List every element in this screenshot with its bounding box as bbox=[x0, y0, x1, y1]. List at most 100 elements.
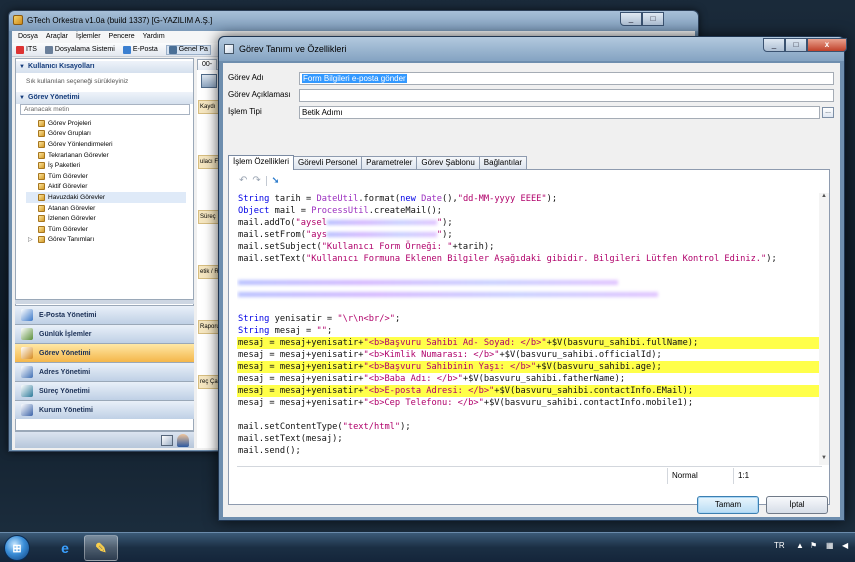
operation-type-field[interactable]: Betik Adımı bbox=[299, 106, 820, 119]
status-spacer bbox=[237, 468, 667, 484]
minimize-icon[interactable]: _ bbox=[763, 38, 785, 52]
undo-icon[interactable]: ↶ bbox=[239, 175, 247, 186]
dialog-tab[interactable]: Görev Şablonu bbox=[416, 156, 480, 169]
operation-properties-panel: ↶ ↷ ➘ String tarih = DateUtil.format(new… bbox=[228, 169, 830, 505]
network-icon[interactable]: ▦ bbox=[826, 541, 834, 550]
email-button[interactable]: E-Posta bbox=[122, 45, 158, 54]
code-line: mesaj = mesaj+yenisatir+"<b>Başvuru Sahi… bbox=[237, 337, 822, 349]
menu-dosya[interactable]: Dosya bbox=[18, 31, 38, 43]
nav-button[interactable]: Kurum Yönetimi bbox=[15, 400, 194, 419]
tree-item[interactable]: Atanan Görevler bbox=[26, 203, 186, 214]
redo-icon[interactable]: ↷ bbox=[252, 175, 260, 186]
tree-item[interactable]: Tüm Görevler bbox=[26, 171, 186, 182]
task-description-label: Görev Açıklaması bbox=[228, 90, 291, 99]
dialog-tab[interactable]: İşlem Özellikleri bbox=[228, 155, 295, 170]
scroll-down-icon[interactable]: ▼ bbox=[819, 455, 829, 463]
cursor-position: 1:1 bbox=[733, 467, 822, 484]
tree-item-label: Görev Yönlendirmeleri bbox=[48, 140, 113, 148]
cancel-button[interactable]: İptal bbox=[766, 496, 828, 514]
windows-taskbar: ⊞ e ✎ TR ▲ ⚑ ▦ ◀ bbox=[0, 532, 855, 562]
expand-icon[interactable]: ▷ bbox=[28, 236, 33, 243]
nav-button-label: E-Posta Yönetimi bbox=[39, 311, 97, 319]
tray-expand-icon[interactable]: ▲ bbox=[796, 541, 804, 550]
tree-item[interactable]: Görev Projeleri bbox=[26, 118, 186, 129]
edit-icon[interactable] bbox=[161, 435, 173, 446]
operation-type-label: İşlem Tipi bbox=[228, 107, 262, 116]
code-line: mesaj = mesaj+yenisatir+"<b>Baba Adı: </… bbox=[238, 374, 626, 384]
dialog-tab[interactable]: Parametreler bbox=[361, 156, 418, 169]
task-icon bbox=[38, 236, 45, 244]
general-button[interactable]: Genel Pa bbox=[165, 44, 211, 55]
tree-item[interactable]: Tüm Görevler bbox=[26, 224, 186, 235]
dialog-titlebar[interactable]: Görev Tanımı ve Özellikleri _ □ x bbox=[219, 37, 847, 61]
user-icon[interactable] bbox=[177, 434, 189, 447]
nav-button-label: Süreç Yönetimi bbox=[39, 387, 90, 395]
orkestra-taskbar-icon[interactable]: ✎ bbox=[84, 535, 118, 561]
maximize-icon[interactable]: □ bbox=[642, 12, 664, 26]
menu-araclar[interactable]: Araçlar bbox=[46, 31, 68, 43]
email-icon bbox=[122, 45, 131, 54]
tree-item[interactable]: Aktif Görevler bbox=[26, 182, 186, 193]
tree-item[interactable]: Görev Yönlendirmeleri bbox=[26, 139, 186, 150]
tree-item[interactable]: Havuzdaki Görevler bbox=[26, 192, 186, 203]
nav-button[interactable]: Günlük İşlemler bbox=[15, 324, 194, 343]
task-tree: Görev Projeleri Görev Grupları Görev Yönle… bbox=[26, 118, 186, 245]
nav-button[interactable]: E-Posta Yönetimi bbox=[15, 305, 194, 324]
nav-button[interactable]: Süreç Yönetimi bbox=[15, 381, 194, 400]
task-name-field[interactable]: Form Bilgileri e-posta gönder bbox=[299, 72, 834, 85]
collapse-icon: ▼ bbox=[19, 95, 25, 101]
module-icon bbox=[21, 404, 33, 416]
run-script-icon[interactable]: ➘ bbox=[272, 175, 280, 186]
tree-search-input[interactable]: Aranacak metin bbox=[20, 104, 190, 115]
dialog-tab[interactable]: Görevli Personel bbox=[293, 156, 363, 169]
document-tab[interactable]: 00- bbox=[197, 59, 218, 70]
save-icon[interactable] bbox=[201, 74, 217, 88]
tree-item-label: Atanan Görevler bbox=[48, 204, 96, 212]
task-management-header[interactable]: ▼ Görev Yönetimi bbox=[16, 92, 193, 104]
its-label: ITS bbox=[26, 46, 37, 53]
tree-item-label: İzlenen Görevler bbox=[48, 215, 96, 223]
menu-yardim[interactable]: Yardım bbox=[143, 31, 165, 43]
volume-icon[interactable]: ◀ bbox=[842, 541, 848, 550]
tree-item[interactable]: Görev Grupları bbox=[26, 129, 186, 140]
nav-splitter[interactable] bbox=[15, 299, 194, 304]
tree-item[interactable]: ▷ Görev Tanımları bbox=[26, 235, 186, 246]
shortcuts-header[interactable]: ▼ Kullanıcı Kısayolları bbox=[16, 61, 193, 73]
internet-explorer-icon[interactable]: e bbox=[48, 535, 82, 561]
browse-button[interactable]: ... bbox=[822, 107, 834, 118]
tree-item[interactable]: İş Paketleri bbox=[26, 160, 186, 171]
its-button[interactable]: ITS bbox=[16, 45, 37, 54]
task-icon bbox=[38, 151, 45, 159]
start-button[interactable]: ⊞ bbox=[4, 535, 30, 561]
main-window-titlebar[interactable]: GTech Orkestra v1.0a (build 1337) [G-YAZ… bbox=[9, 11, 698, 31]
task-description-field[interactable] bbox=[299, 89, 834, 102]
code-line bbox=[237, 289, 822, 301]
dialog-tabs: İşlem Özellikleri Görevli Personel Paramet… bbox=[228, 155, 528, 170]
task-icon bbox=[38, 204, 45, 212]
code-line: String yenisatir = "\r\n<br/>"; bbox=[238, 314, 401, 324]
scroll-up-icon[interactable]: ▲ bbox=[819, 193, 829, 201]
filing-system-button[interactable]: Dosyalama Sistemi bbox=[44, 45, 115, 54]
dialog-tab[interactable]: Bağlantılar bbox=[478, 156, 528, 169]
code-line: mail.setText(mesaj); bbox=[238, 434, 343, 444]
tree-item[interactable]: İzlenen Görevler bbox=[26, 213, 186, 224]
action-center-icon[interactable]: ⚑ bbox=[810, 541, 817, 550]
code-line: mesaj = mesaj+yenisatir+"<b>Kimlik Numar… bbox=[238, 350, 662, 360]
close-icon[interactable]: x bbox=[807, 38, 847, 52]
script-editor[interactable]: String tarih = DateUtil.format(new Date(… bbox=[237, 193, 822, 465]
tree-item[interactable]: Tekrarlanan Görevler bbox=[26, 150, 186, 161]
collapse-icon: ▼ bbox=[19, 64, 25, 70]
menu-pencere[interactable]: Pencere bbox=[109, 31, 135, 43]
maximize-icon[interactable]: □ bbox=[785, 38, 807, 52]
nav-button[interactable]: Adres Yönetimi bbox=[15, 362, 194, 381]
menu-islemler[interactable]: İşlemler bbox=[76, 31, 101, 43]
language-indicator[interactable]: TR bbox=[774, 541, 785, 550]
tree-item-label: Havuzdaki Görevler bbox=[48, 193, 106, 201]
nav-button-label: Adres Yönetimi bbox=[39, 368, 91, 376]
editor-vertical-scrollbar[interactable]: ▲ ▼ bbox=[819, 193, 829, 465]
nav-button[interactable]: Görev Yönetimi bbox=[15, 343, 194, 362]
minimize-icon[interactable]: _ bbox=[620, 12, 642, 26]
code-line: mail.addTo("aysel "); bbox=[238, 218, 453, 228]
ok-button[interactable]: Tamam bbox=[697, 496, 759, 514]
general-label: Genel Pa bbox=[178, 46, 208, 53]
